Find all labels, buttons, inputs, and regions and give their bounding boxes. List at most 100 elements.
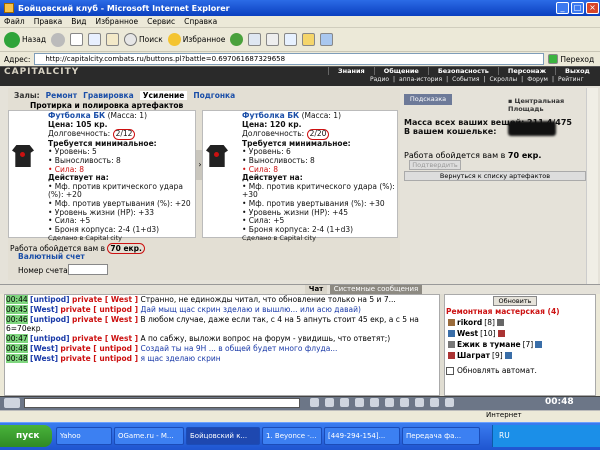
folder-icon[interactable] bbox=[302, 33, 316, 46]
menu-tools[interactable]: Сервис bbox=[147, 17, 175, 26]
info-icon[interactable] bbox=[504, 352, 512, 359]
nav-radio[interactable]: Радио bbox=[370, 76, 389, 83]
print-icon[interactable] bbox=[266, 33, 280, 46]
shirt-logo-icon bbox=[214, 152, 219, 157]
auto-refresh-checkbox[interactable]: Обновлять автомат. bbox=[446, 366, 537, 375]
tab-enhancement[interactable]: Усиление bbox=[139, 91, 188, 100]
exit-icon[interactable] bbox=[445, 398, 454, 407]
messenger-icon[interactable] bbox=[320, 33, 334, 46]
nav-scrolls[interactable]: Скроллы bbox=[489, 76, 517, 83]
maximize-button[interactable]: □ bbox=[571, 2, 584, 14]
clan-icon bbox=[448, 330, 455, 337]
menu-file[interactable]: Файл bbox=[4, 17, 25, 26]
back-to-list-button[interactable]: Вернуться к списку артефактов bbox=[404, 171, 586, 181]
info-icon[interactable] bbox=[496, 319, 504, 326]
nav-character[interactable]: Персонаж bbox=[497, 67, 555, 75]
nav-knowledge[interactable]: Знания bbox=[328, 67, 374, 75]
chat-line: 00:46 [untipod] private [ West ] В любом… bbox=[6, 314, 419, 324]
shirt-logo-icon bbox=[20, 152, 25, 157]
smile-icon[interactable] bbox=[340, 398, 349, 407]
account-number-input[interactable] bbox=[68, 264, 108, 275]
filter-icon[interactable] bbox=[355, 398, 364, 407]
refresh-icon[interactable] bbox=[88, 33, 102, 46]
content-scrollbar[interactable] bbox=[586, 88, 598, 284]
halls-label: Залы: bbox=[14, 91, 40, 100]
forward-arrow-icon[interactable] bbox=[51, 32, 66, 47]
info-icon[interactable] bbox=[535, 341, 543, 348]
edit-icon[interactable] bbox=[284, 33, 298, 46]
history-icon[interactable] bbox=[230, 33, 244, 46]
hall-tabs: Залы: Ремонт Гравировка Усиление Подгонк… bbox=[8, 88, 400, 100]
item-details-upgraded: Футболка БК (Масса: 1) Цена: 120 кр. Дол… bbox=[242, 111, 395, 243]
send-icon[interactable] bbox=[310, 398, 319, 407]
close-button[interactable]: × bbox=[586, 2, 599, 14]
tab-system-messages[interactable]: Системные сообщения bbox=[330, 285, 422, 294]
checkbox-icon[interactable] bbox=[446, 366, 454, 375]
go-arrow-icon bbox=[548, 54, 559, 64]
translit-icon[interactable] bbox=[370, 398, 379, 407]
user-entry[interactable]: Шаграт [9] bbox=[448, 351, 512, 360]
stop-icon[interactable] bbox=[70, 33, 84, 46]
tab-repair[interactable]: Ремонт bbox=[46, 91, 77, 100]
clear-icon[interactable] bbox=[325, 398, 334, 407]
nav-security[interactable]: Безопасность bbox=[427, 67, 498, 75]
chat-line: 00:45 [West] private [ untipod ] Дай мыщ… bbox=[6, 304, 361, 314]
user-entry[interactable]: rikord [8] bbox=[448, 318, 504, 327]
room-title: Ремонтная мастерская (4) bbox=[446, 307, 560, 316]
site-logo[interactable]: CAPITALCITY bbox=[4, 67, 79, 77]
font-icon[interactable] bbox=[385, 398, 394, 407]
nav-events[interactable]: События bbox=[452, 76, 479, 83]
history-icon[interactable] bbox=[430, 398, 439, 407]
site-sub-nav: Радио | аппа-история | События | Скроллы | Ф… bbox=[370, 76, 584, 83]
options-icon[interactable] bbox=[415, 398, 424, 407]
tab-engraving[interactable]: Гравировка bbox=[83, 91, 134, 100]
chat-actions bbox=[310, 398, 454, 407]
taskbar-item[interactable]: 1. Beyonce -... bbox=[262, 427, 322, 445]
home-icon[interactable] bbox=[106, 33, 120, 46]
hint-button[interactable]: Подсказка bbox=[404, 94, 452, 105]
refresh-users-button[interactable]: Обновить bbox=[493, 296, 537, 306]
item-details-current: Футболка БК (Масса: 1) Цена: 105 кр. Дол… bbox=[48, 111, 191, 243]
back-button[interactable]: Назад bbox=[4, 31, 46, 48]
nav-exit[interactable]: Выход bbox=[555, 67, 599, 75]
window-title: Бойцовский клуб - Microsoft Internet Exp… bbox=[18, 3, 230, 13]
chat-line: 00:44 [untipod] private [ West ] Странно… bbox=[6, 295, 396, 304]
nav-social[interactable]: Общение bbox=[373, 67, 428, 75]
currency-account-tab[interactable]: Валютный счет bbox=[18, 252, 85, 261]
chat-message-input[interactable] bbox=[24, 398, 300, 408]
user-entry[interactable]: Ежик в тумане [7] bbox=[448, 340, 543, 349]
go-button[interactable]: Переход bbox=[548, 54, 594, 64]
nav-rating[interactable]: Рейтинг bbox=[558, 76, 584, 83]
taskbar-item[interactable]: OGame.ru - M... bbox=[114, 427, 184, 445]
tab-fitting[interactable]: Подгонка bbox=[193, 91, 235, 100]
start-button[interactable]: пуск bbox=[0, 425, 52, 447]
chat-line: 00:48 [West] private [ untipod ] я щас з… bbox=[6, 353, 221, 363]
address-input[interactable] bbox=[34, 53, 545, 65]
menu-favorites[interactable]: Избранное bbox=[96, 17, 139, 26]
taskbar-item[interactable]: Бойцовский к... bbox=[186, 427, 260, 445]
subtab-polishing[interactable]: Протирка и полировка артефактов bbox=[30, 101, 183, 110]
minimize-button[interactable]: _ bbox=[556, 2, 569, 14]
info-icon[interactable] bbox=[497, 330, 505, 337]
nav-forum[interactable]: Форум bbox=[527, 76, 548, 83]
chat-line: 6=70екр. bbox=[6, 324, 43, 334]
favorites-button[interactable]: Избранное bbox=[167, 33, 225, 46]
chat-menu-icon[interactable] bbox=[4, 398, 20, 408]
browser-toolbar: Назад Поиск Избранное bbox=[0, 28, 600, 52]
taskbar-item[interactable]: Передача фа... bbox=[402, 427, 480, 445]
taskbar-item[interactable]: Yahoo bbox=[56, 427, 112, 445]
mail-icon[interactable] bbox=[248, 33, 262, 46]
search-button[interactable]: Поиск bbox=[124, 33, 163, 46]
confirm-button[interactable]: Подтвердить bbox=[409, 160, 461, 170]
tab-chat[interactable]: Чат bbox=[305, 285, 327, 294]
nav-history[interactable]: аппа-история bbox=[399, 76, 442, 83]
sound-icon[interactable] bbox=[400, 398, 409, 407]
back-arrow-icon bbox=[4, 31, 20, 48]
menu-help[interactable]: Справка bbox=[184, 17, 217, 26]
menu-edit[interactable]: Правка bbox=[34, 17, 63, 26]
menu-view[interactable]: Вид bbox=[71, 17, 86, 26]
star-icon bbox=[167, 33, 181, 46]
chat-line: 00:48 [West] private [ untipod ] Создай … bbox=[6, 343, 338, 353]
taskbar-item[interactable]: [449-294-154]... bbox=[324, 427, 400, 445]
user-entry[interactable]: West [10] bbox=[448, 329, 505, 338]
